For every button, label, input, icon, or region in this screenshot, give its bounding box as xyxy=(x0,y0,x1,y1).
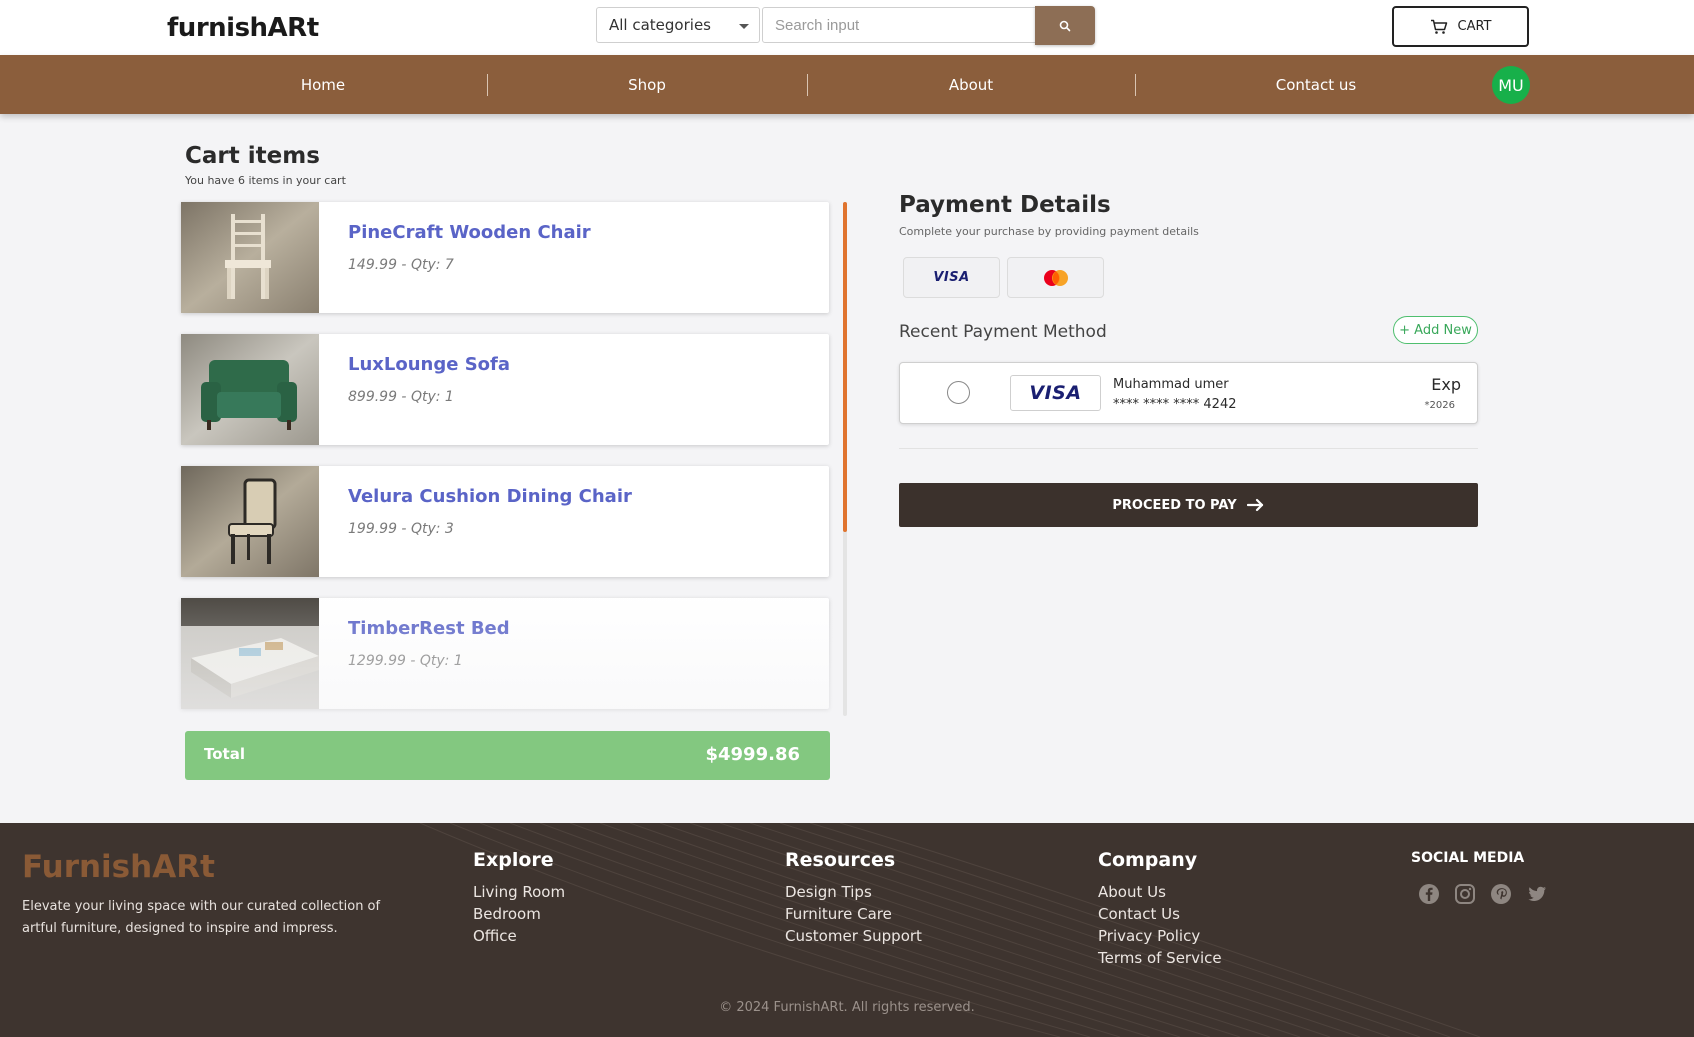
nav-home[interactable]: Home xyxy=(223,55,423,114)
total-bar: Total $4999.86 xyxy=(185,731,830,780)
cart-item[interactable]: PineCraft Wooden Chair 149.99 - Qty: 7 xyxy=(181,202,829,313)
proceed-label: PROCEED TO PAY xyxy=(1112,497,1237,513)
cart-item[interactable]: TimberRest Bed 1299.99 - Qty: 1 xyxy=(181,598,829,709)
instagram-icon[interactable] xyxy=(1454,883,1476,905)
add-new-button[interactable]: + Add New xyxy=(1393,316,1478,344)
visa-logo: VISA xyxy=(1029,382,1082,404)
payment-method-radio[interactable] xyxy=(947,381,970,404)
mastercard-logo xyxy=(1043,269,1068,286)
nav-contact[interactable]: Contact us xyxy=(1216,55,1416,114)
footer-link-contact-us[interactable]: Contact Us xyxy=(1098,903,1222,925)
mastercard-option[interactable] xyxy=(1007,257,1104,298)
footer: FurnishARt Elevate your living space wit… xyxy=(0,823,1694,1037)
footer-column-title: Company xyxy=(1098,849,1198,871)
nav-divider xyxy=(807,74,808,96)
footer-brand: FurnishARt xyxy=(22,849,215,885)
category-select-value: All categories xyxy=(609,16,711,34)
payment-divider xyxy=(899,448,1478,449)
footer-column-resources: Resources Design Tips Furniture Care Cus… xyxy=(785,849,922,947)
product-name[interactable]: Velura Cushion Dining Chair xyxy=(348,486,632,507)
product-price-qty: 1299.99 - Qty: 1 xyxy=(348,653,463,669)
footer-column-title: Explore xyxy=(473,849,554,871)
footer-link-customer-support[interactable]: Customer Support xyxy=(785,925,922,947)
cart-subtitle: You have 6 items in your cart xyxy=(185,174,346,187)
social-media-title: SOCIAL MEDIA xyxy=(1411,850,1525,866)
nav-divider xyxy=(1135,74,1136,96)
footer-column-company: Company About Us Contact Us Privacy Poli… xyxy=(1098,849,1222,969)
visa-option[interactable]: VISA xyxy=(903,257,1000,298)
cart-scrollbar-thumb[interactable] xyxy=(843,202,847,532)
footer-description: Elevate your living space with our curat… xyxy=(22,899,381,936)
cart-title: Cart items xyxy=(185,143,320,169)
chevron-down-icon xyxy=(739,24,749,29)
cart-item[interactable]: Velura Cushion Dining Chair 199.99 - Qty… xyxy=(181,466,829,577)
footer-link-living-room[interactable]: Living Room xyxy=(473,881,565,903)
product-image-bed xyxy=(181,598,319,709)
footer-link-bedroom[interactable]: Bedroom xyxy=(473,903,565,925)
proceed-to-pay-button[interactable]: PROCEED TO PAY xyxy=(899,483,1478,527)
product-name[interactable]: PineCraft Wooden Chair xyxy=(348,222,591,243)
product-image-sofa xyxy=(181,334,319,445)
card-exp-year: *2026 xyxy=(1424,400,1455,411)
method-card-logo: VISA xyxy=(1010,375,1101,411)
user-avatar[interactable]: MU xyxy=(1492,66,1530,104)
nav-about[interactable]: About xyxy=(871,55,1071,114)
logo-text: furnishARt xyxy=(167,13,319,43)
nav-divider xyxy=(487,74,488,96)
search-input[interactable] xyxy=(762,7,1036,43)
recent-payment-label: Recent Payment Method xyxy=(899,322,1107,342)
social-icons xyxy=(1418,883,1548,905)
footer-column-title: Resources xyxy=(785,849,896,871)
footer-column-explore: Explore Living Room Bedroom Office xyxy=(473,849,565,947)
product-image-chair xyxy=(181,202,319,313)
arrow-right-icon xyxy=(1246,498,1263,512)
footer-link-furniture-care[interactable]: Furniture Care xyxy=(785,903,922,925)
card-exp-label: Exp xyxy=(1431,375,1461,394)
cart-icon xyxy=(1430,19,1447,34)
top-bar: furnishARt All categories CART xyxy=(0,0,1694,55)
search-icon xyxy=(1059,20,1071,31)
payment-title: Payment Details xyxy=(899,192,1111,218)
product-image-dining-chair xyxy=(181,466,319,577)
product-price-qty: 899.99 - Qty: 1 xyxy=(348,389,454,405)
main-nav: Home Shop About Contact us MU xyxy=(0,55,1694,114)
product-price-qty: 199.99 - Qty: 3 xyxy=(348,521,454,537)
search-button[interactable] xyxy=(1035,6,1095,45)
payment-subtitle: Complete your purchase by providing paym… xyxy=(899,225,1199,238)
nav-shop[interactable]: Shop xyxy=(547,55,747,114)
total-label: Total xyxy=(204,745,245,763)
saved-payment-method[interactable]: VISA Muhammad umer **** **** **** 4242 E… xyxy=(899,362,1478,424)
footer-link-about-us[interactable]: About Us xyxy=(1098,881,1222,903)
footer-link-privacy-policy[interactable]: Privacy Policy xyxy=(1098,925,1222,947)
visa-logo: VISA xyxy=(933,270,970,285)
pinterest-icon[interactable] xyxy=(1490,883,1512,905)
cart-button[interactable]: CART xyxy=(1392,6,1529,47)
copyright: © 2024 FurnishARt. All rights reserved. xyxy=(719,1000,975,1015)
product-name[interactable]: TimberRest Bed xyxy=(348,618,510,639)
twitter-icon[interactable] xyxy=(1526,883,1548,905)
category-select[interactable]: All categories xyxy=(596,7,760,43)
card-masked-number: **** **** **** 4242 xyxy=(1113,397,1237,412)
footer-link-terms[interactable]: Terms of Service xyxy=(1098,947,1222,969)
cart-list[interactable]: PineCraft Wooden Chair 149.99 - Qty: 7 L… xyxy=(166,196,850,716)
cart-label: CART xyxy=(1457,19,1492,34)
facebook-icon[interactable] xyxy=(1418,883,1440,905)
cart-item[interactable]: LuxLounge Sofa 899.99 - Qty: 1 xyxy=(181,334,829,445)
footer-link-design-tips[interactable]: Design Tips xyxy=(785,881,922,903)
footer-link-office[interactable]: Office xyxy=(473,925,565,947)
product-price-qty: 149.99 - Qty: 7 xyxy=(348,257,454,273)
total-value: $4999.86 xyxy=(705,744,800,765)
product-name[interactable]: LuxLounge Sofa xyxy=(348,354,510,375)
logo[interactable]: furnishARt xyxy=(167,12,319,44)
card-holder-name: Muhammad umer xyxy=(1113,377,1229,392)
